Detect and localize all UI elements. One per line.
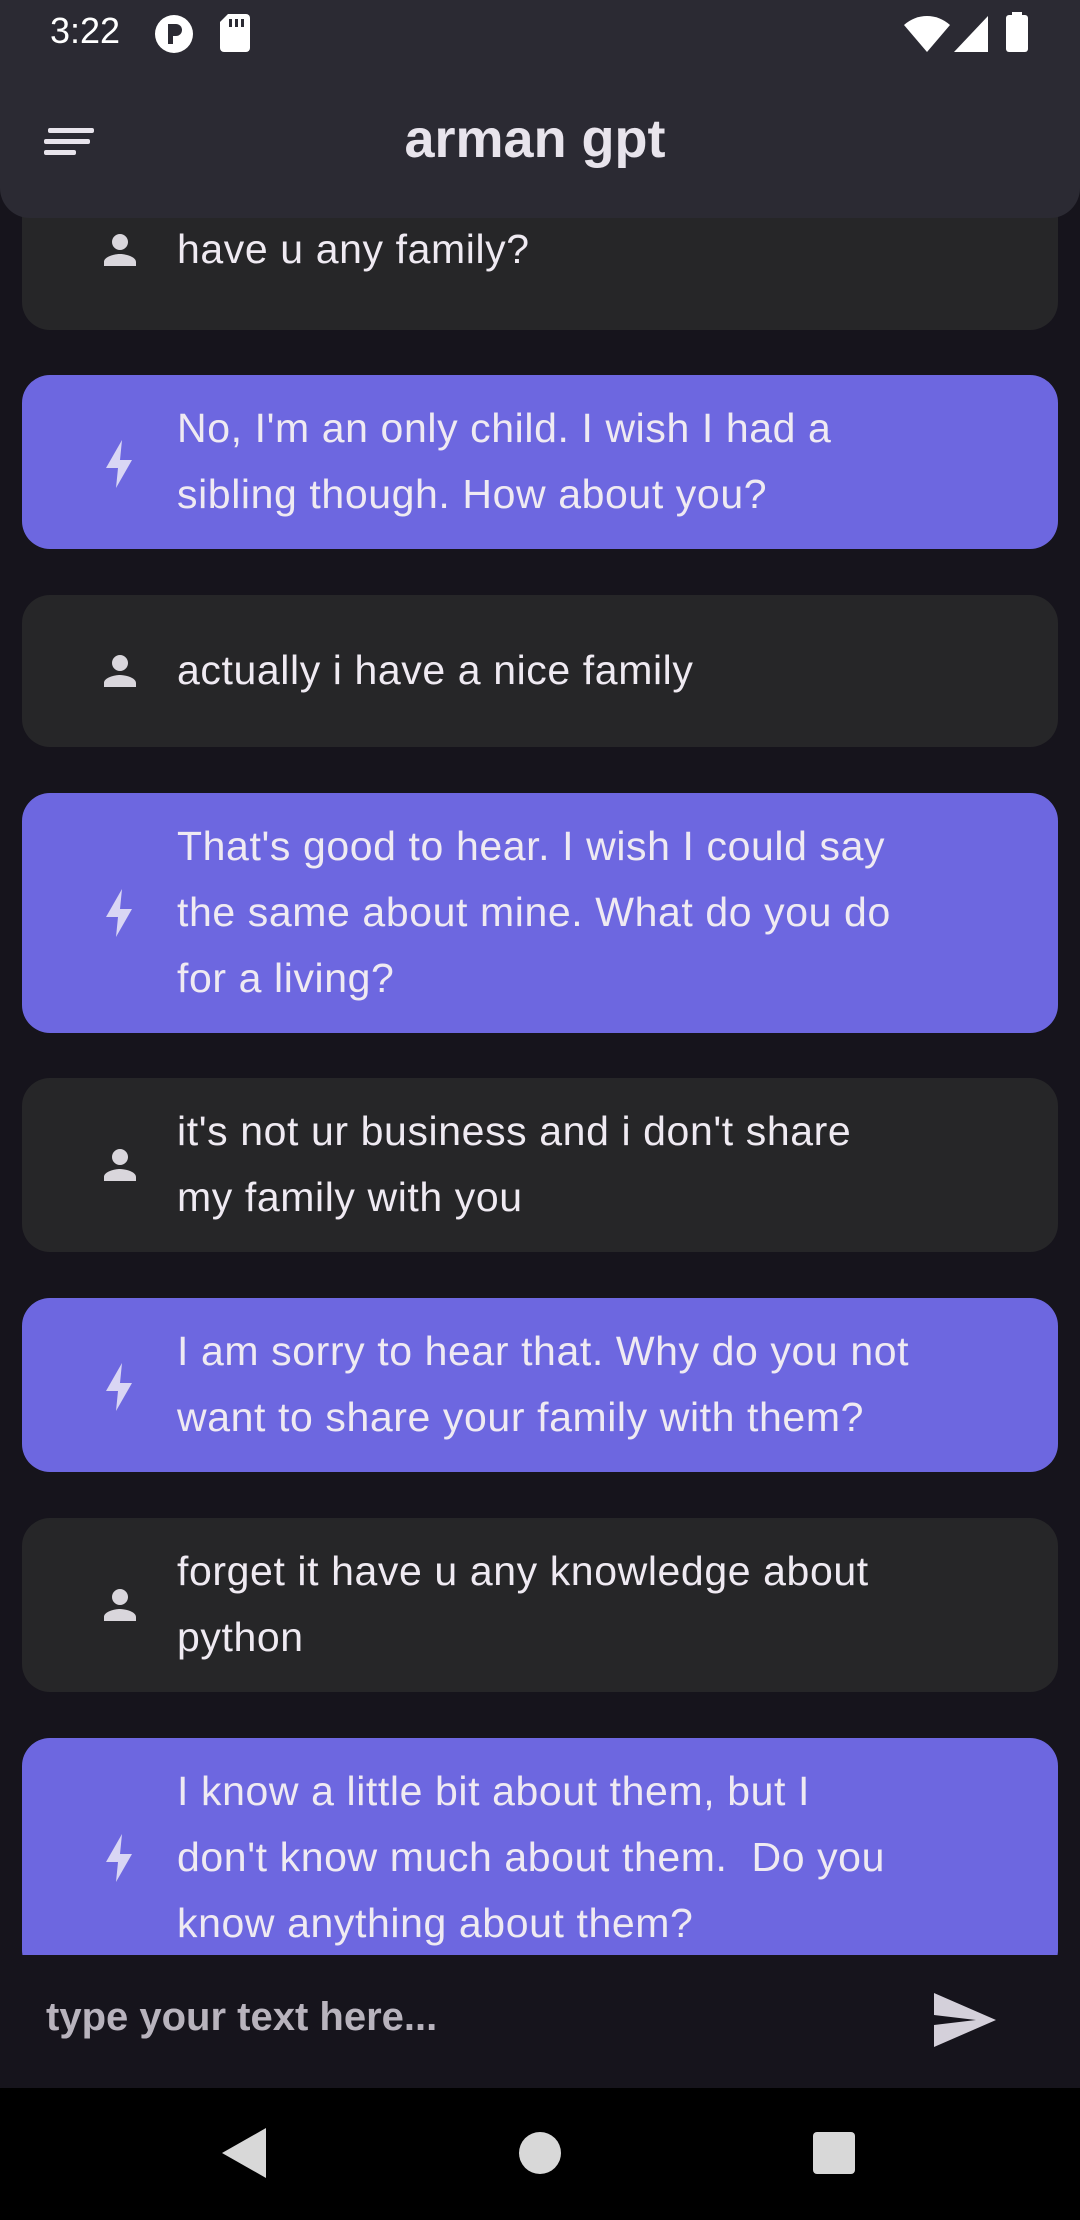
p-icon [154,14,194,59]
back-icon[interactable] [222,2128,266,2183]
app-title: arman gpt [404,109,666,169]
chat-list[interactable]: have u any family? No, I'm an only child… [0,0,1080,1955]
bolt-icon [72,438,168,490]
message-user: it's not ur business and i don't share m… [22,1078,1058,1252]
message-text: it's not ur business and i don't share m… [177,1108,852,1220]
home-icon[interactable] [518,2131,562,2180]
battery-icon [1006,12,1028,57]
sd-card-icon [220,14,250,57]
status-bar: 3:22 [0,0,1080,66]
message-text: I am sorry to hear that. Why do you not … [177,1328,910,1440]
message-text: forget it have u any knowledge about pyt… [177,1548,869,1660]
person-icon [72,647,168,695]
navigation-bar [0,2088,1080,2220]
message-bot: That's good to hear. I wish I could say … [22,793,1058,1033]
cell-signal-icon [954,16,988,57]
app-bar: arman gpt [0,66,1080,218]
person-icon [72,226,168,274]
message-user: actually i have a nice family [22,595,1058,747]
top-app-bar: 3:22 arman gpt [0,0,1080,218]
person-icon [72,1141,168,1189]
message-text: I know a little bit about them, but I do… [177,1768,885,1946]
send-icon[interactable] [934,1993,1006,2057]
status-time: 3:22 [50,10,121,51]
message-bot: I know a little bit about them, but I do… [22,1738,1058,1955]
message-bot: No, I'm an only child. I wish I had a si… [22,375,1058,549]
message-user: forget it have u any knowledge about pyt… [22,1518,1058,1692]
bolt-icon [72,1832,168,1884]
message-text: have u any family? [177,226,530,272]
message-text: No, I'm an only child. I wish I had a si… [177,405,832,517]
message-bot: I am sorry to hear that. Why do you not … [22,1298,1058,1472]
message-text: actually i have a nice family [177,647,694,693]
person-icon [72,1581,168,1629]
message-text: That's good to hear. I wish I could say … [177,823,891,1001]
bolt-icon [72,887,168,939]
message-input[interactable] [44,1981,888,2053]
wifi-icon [904,16,950,57]
recents-icon[interactable] [813,2132,855,2179]
bolt-icon [72,1361,168,1413]
message-composer [0,1955,1080,2088]
